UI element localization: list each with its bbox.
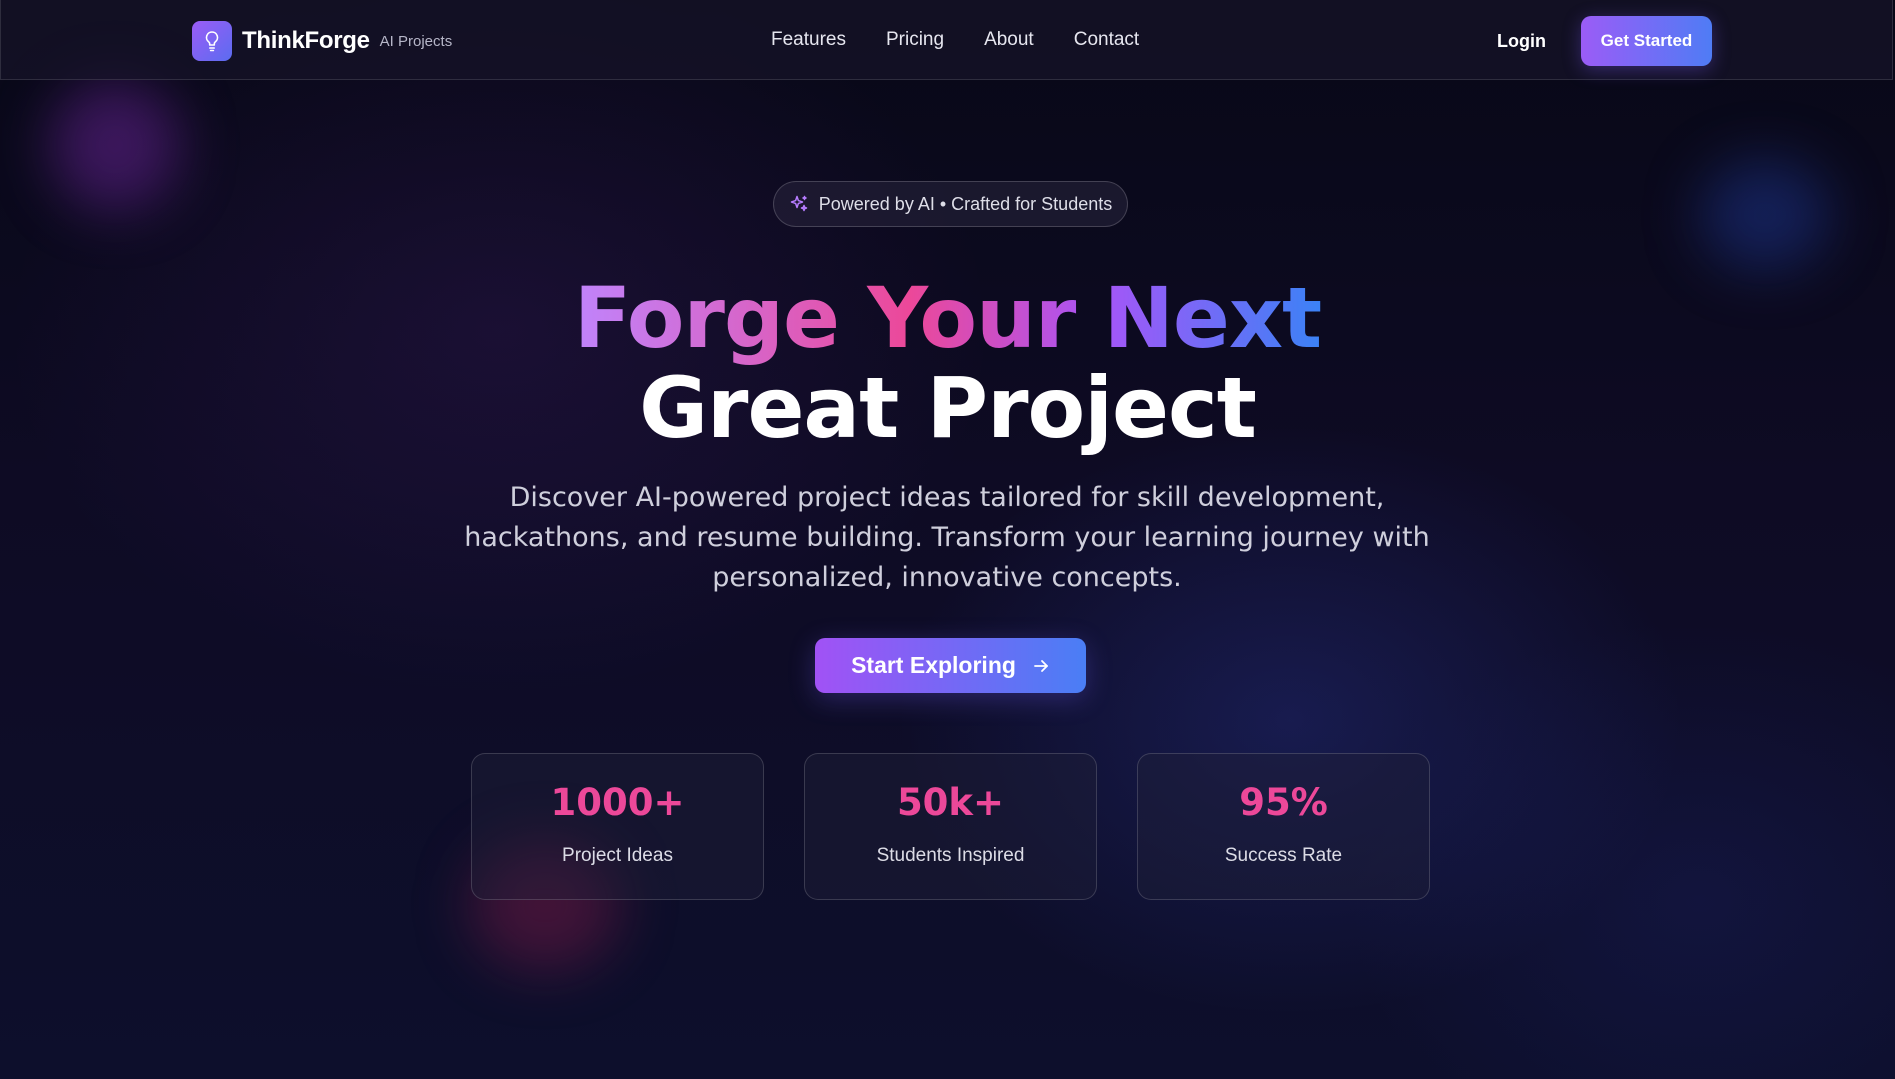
badge-text: Powered by AI • Crafted for Students: [818, 193, 1113, 214]
stat-card-success-rate: 95% Success Rate: [1137, 753, 1430, 900]
nav-link-about[interactable]: About: [984, 29, 1034, 51]
glow-orb-purple: [50, 80, 180, 210]
login-button[interactable]: Login: [1497, 31, 1546, 52]
stat-value: 50k+: [896, 781, 1005, 824]
stat-label: Success Rate: [1224, 845, 1343, 866]
nav-link-features[interactable]: Features: [771, 29, 846, 51]
stat-card-students-inspired: 50k+ Students Inspired: [804, 753, 1097, 900]
stat-value: 95%: [1239, 781, 1328, 824]
powered-by-badge: Powered by AI • Crafted for Students: [773, 181, 1128, 227]
glow-orb-blue: [1700, 160, 1830, 270]
brand-logo[interactable]: ThinkForge AI Projects: [192, 21, 452, 61]
logo-badge: [192, 21, 232, 61]
stat-card-project-ideas: 1000+ Project Ideas: [471, 753, 764, 900]
hero-subtitle: Discover AI-powered project ideas tailor…: [464, 482, 1430, 593]
lightbulb-icon: [205, 31, 219, 52]
headline-line-2: Great Project: [639, 359, 1257, 457]
brand-name: ThinkForge: [242, 27, 370, 54]
headline-gradient-text: Forge Your Next: [573, 269, 1322, 367]
start-exploring-button[interactable]: Start Exploring: [815, 638, 1086, 693]
sparkles-icon: [790, 195, 808, 212]
nav-link-contact[interactable]: Contact: [1074, 29, 1139, 51]
start-exploring-label: Start Exploring: [851, 652, 1016, 678]
get-started-button[interactable]: Get Started: [1581, 16, 1712, 66]
headline-line-1: Forge Your Next: [0, 276, 1895, 360]
stat-label: Project Ideas: [562, 845, 673, 866]
top-navbar: ThinkForge AI Projects Features Pricing …: [0, 0, 1893, 80]
nav-link-pricing[interactable]: Pricing: [886, 29, 944, 51]
stat-label: Students Inspired: [876, 845, 1025, 866]
arrow-right-icon: [1034, 659, 1048, 672]
brand-subtitle: AI Projects: [379, 32, 453, 50]
stat-value: 1000+: [550, 781, 685, 824]
main-nav: Features Pricing About Contact: [771, 29, 1139, 51]
